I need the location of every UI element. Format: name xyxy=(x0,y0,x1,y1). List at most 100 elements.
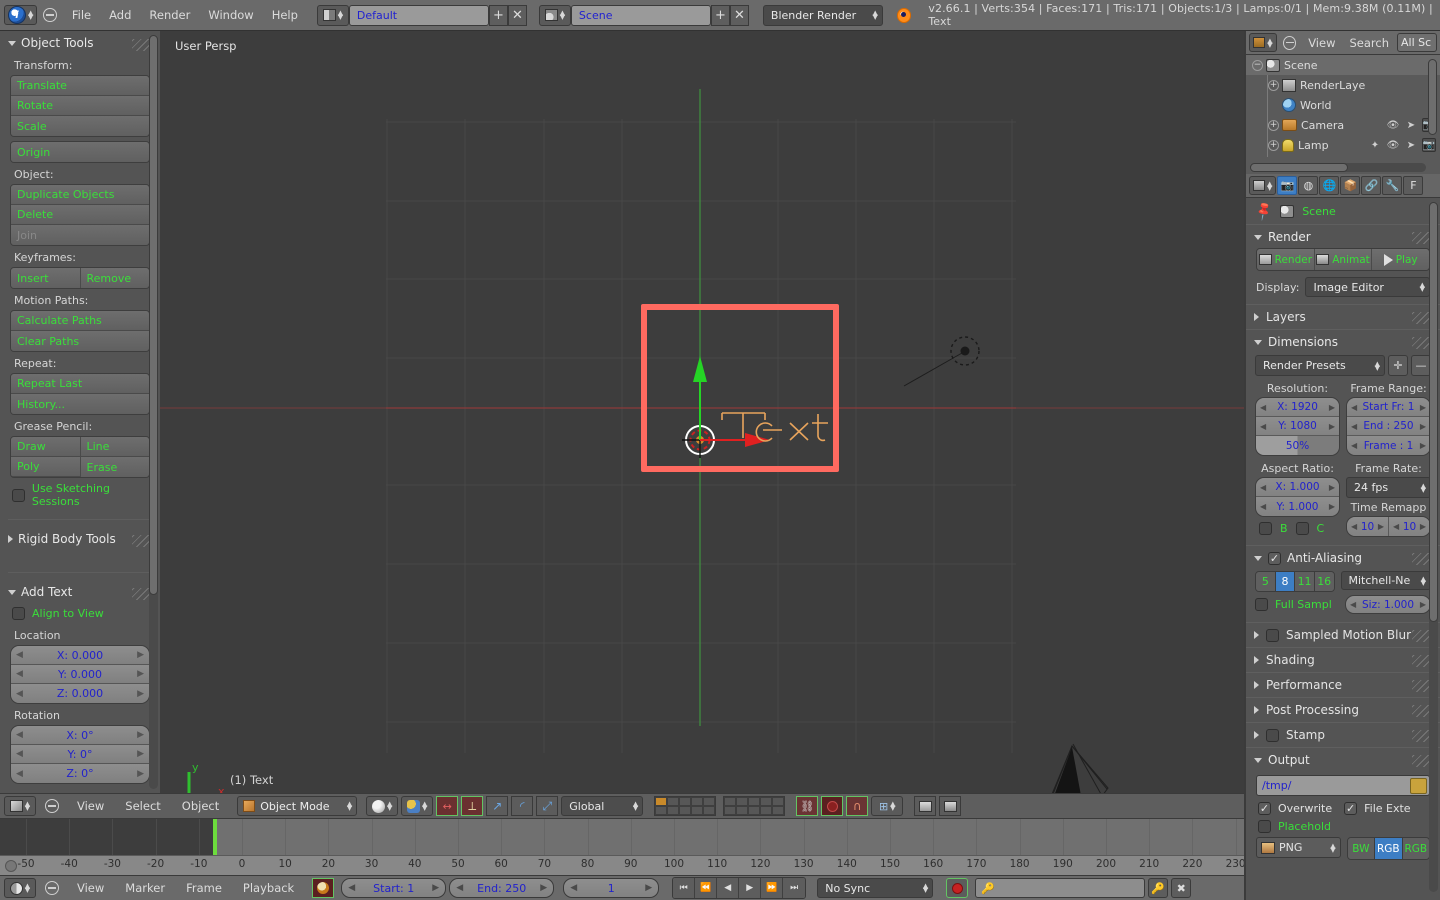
menu-window[interactable]: Window xyxy=(199,8,262,22)
delete-scene-button[interactable]: ✕ xyxy=(730,5,749,26)
increment-arrow-icon[interactable]: ▶ xyxy=(1329,403,1335,412)
layer-cell[interactable] xyxy=(772,806,784,815)
layer-cell[interactable] xyxy=(655,797,667,806)
start-frame-field[interactable]: ◀ Start: 1 ▶ xyxy=(341,878,446,898)
increment-arrow-icon[interactable]: ▶ xyxy=(1378,522,1384,531)
interaction-mode-dropdown[interactable]: Object Mode ▲▼ xyxy=(237,796,357,816)
layer-cell[interactable] xyxy=(679,806,691,815)
aspect-x-field[interactable]: ◀ X: 1.000 ▶ xyxy=(1256,478,1339,497)
increment-arrow-icon[interactable]: ▶ xyxy=(1420,403,1426,412)
scene-selector[interactable]: ▲▼ Scene + ✕ xyxy=(539,5,749,26)
file-extensions-checkbox[interactable] xyxy=(1344,802,1357,815)
panel-layers[interactable]: Layers xyxy=(1246,304,1440,329)
timeline-menu-view[interactable]: View xyxy=(68,881,113,895)
stamp-checkbox[interactable] xyxy=(1266,729,1279,742)
collapse-menus-icon[interactable] xyxy=(1283,36,1296,50)
decrement-arrow-icon[interactable]: ◀ xyxy=(1350,600,1356,609)
outliner-editor[interactable]: ▲▼ View Search All Sc − Scene + RenderLa… xyxy=(1246,31,1440,174)
outliner-menu-search[interactable]: Search xyxy=(1343,36,1395,50)
menu-render[interactable]: Render xyxy=(140,8,199,22)
expand-icon[interactable]: + xyxy=(1268,140,1279,151)
prev-keyframe-button[interactable]: ⏪ xyxy=(695,878,717,898)
increment-arrow-icon[interactable]: ▶ xyxy=(1420,441,1426,450)
rotate-button[interactable]: Rotate xyxy=(11,96,149,116)
increment-arrow-icon[interactable]: ▶ xyxy=(1329,422,1335,431)
timeline-scroll-handle[interactable] xyxy=(5,860,17,872)
frame-step-field[interactable]: ◀ Frame : 1 ▶ xyxy=(1347,436,1430,455)
outliner-vscrollbar[interactable] xyxy=(1428,59,1437,135)
tab-modifiers[interactable]: 🔧 xyxy=(1382,176,1402,195)
render-opengl-image-button[interactable] xyxy=(914,796,936,816)
insert-keyframe-button[interactable]: Insert xyxy=(11,268,81,288)
render-engine-dropdown[interactable]: Blender Render ▲▼ xyxy=(763,5,883,26)
expand-icon[interactable]: + xyxy=(1268,120,1279,131)
decrement-arrow-icon[interactable]: ◀ xyxy=(1351,441,1357,450)
properties-scrollbar[interactable] xyxy=(1429,202,1438,892)
full-sample-checkbox[interactable] xyxy=(1255,598,1268,611)
layer-cell[interactable] xyxy=(679,797,691,806)
increment-arrow-icon[interactable]: ▶ xyxy=(1329,483,1335,492)
decrement-arrow-icon[interactable]: ◀ xyxy=(1260,403,1266,412)
screen-layout-selector[interactable]: ▲▼ Default + ✕ xyxy=(317,5,527,26)
active-keying-set-field[interactable]: 🔑 xyxy=(975,878,1145,898)
remove-keyframe-button[interactable]: Remove xyxy=(81,268,150,288)
add-scene-button[interactable]: + xyxy=(711,5,730,26)
resolution-percentage-slider[interactable]: 50% xyxy=(1256,436,1339,455)
restrict-render-icon[interactable]: 📷 xyxy=(1422,138,1436,152)
folder-browse-icon[interactable] xyxy=(1410,778,1427,794)
timeline-menu-marker[interactable]: Marker xyxy=(116,881,174,895)
scene-layers-group-2[interactable] xyxy=(723,796,785,816)
scrollbar-thumb[interactable] xyxy=(1429,202,1438,622)
repeat-last-button[interactable]: Repeat Last xyxy=(11,374,149,394)
decrement-arrow-icon[interactable]: ◀ xyxy=(570,883,577,893)
scrollbar-thumb[interactable] xyxy=(1250,163,1348,172)
location-z-field[interactable]: ◀ Z: 0.000 ▶ xyxy=(11,684,149,703)
view3d-menu-object[interactable]: Object xyxy=(173,799,228,813)
outliner-row-world[interactable]: World xyxy=(1246,95,1440,115)
increment-arrow-icon[interactable]: ▶ xyxy=(1329,502,1335,511)
layer-cell[interactable] xyxy=(760,797,772,806)
timeline-editor-type-icon[interactable]: ▲▼ xyxy=(4,878,36,898)
proportional-edit-toggle[interactable]: ⛓ xyxy=(796,796,818,816)
rotation-y-field[interactable]: ◀ Y: 0° ▶ xyxy=(11,745,149,764)
timeline-playhead[interactable] xyxy=(213,819,217,855)
delete-button[interactable]: Delete xyxy=(11,205,149,225)
render-opengl-anim-button[interactable] xyxy=(939,796,961,816)
rotate-manipulator-button[interactable]: ↗ xyxy=(486,796,508,816)
expand-icon[interactable]: + xyxy=(1268,80,1279,91)
render-presets-dropdown[interactable]: Render Presets ▲▼ xyxy=(1255,355,1385,376)
decrement-arrow-icon[interactable]: ◀ xyxy=(16,650,23,660)
decrement-arrow-icon[interactable]: ◀ xyxy=(16,749,23,759)
tab-data[interactable]: F xyxy=(1403,176,1423,195)
layer-cell[interactable] xyxy=(667,797,679,806)
restrict-view-icon[interactable]: 👁 xyxy=(1386,118,1400,132)
increment-arrow-icon[interactable]: ▶ xyxy=(645,883,652,893)
delete-screen-button[interactable]: ✕ xyxy=(508,5,527,26)
color-mode-bw[interactable]: BW xyxy=(1348,838,1375,859)
menu-add[interactable]: Add xyxy=(100,8,140,22)
increment-arrow-icon[interactable]: ▶ xyxy=(540,883,547,893)
view3d-editor-type-icon[interactable]: ▲▼ xyxy=(4,796,36,816)
gp-poly-button[interactable]: Poly xyxy=(11,457,81,477)
full-sample-row[interactable]: Full Sampl xyxy=(1255,598,1339,611)
increment-arrow-icon[interactable]: ▶ xyxy=(137,769,144,779)
placeholders-checkbox[interactable] xyxy=(1258,820,1271,833)
timeline-menu-playback[interactable]: Playback xyxy=(234,881,303,895)
outliner-tree[interactable]: − Scene + RenderLaye World + Camera 👁 ➤ xyxy=(1246,55,1440,174)
decrement-arrow-icon[interactable]: ◀ xyxy=(1351,403,1357,412)
aa-size-field[interactable]: ◀ Siz: 1.000 ▶ xyxy=(1345,595,1431,614)
use-sketching-checkbox[interactable] xyxy=(12,489,25,502)
layer-cell[interactable] xyxy=(772,797,784,806)
collapse-icon[interactable]: − xyxy=(1252,60,1263,71)
scrollbar-track[interactable] xyxy=(1429,202,1438,892)
resolution-x-field[interactable]: ◀ X: 1920 ▶ xyxy=(1256,398,1339,417)
increment-arrow-icon[interactable]: ▶ xyxy=(137,730,144,740)
aspect-y-field[interactable]: ◀ Y: 1.000 ▶ xyxy=(1256,497,1339,516)
editor-type-selector[interactable]: i ▲▼ xyxy=(4,5,37,25)
panel-anti-aliasing[interactable]: Anti-Aliasing xyxy=(1246,545,1440,569)
gp-draw-button[interactable]: Draw xyxy=(11,437,81,457)
decrement-arrow-icon[interactable]: ◀ xyxy=(16,730,23,740)
decrement-arrow-icon[interactable]: ◀ xyxy=(1351,522,1357,531)
manipulator-extra-button[interactable]: ⤢ xyxy=(536,796,558,816)
decrement-arrow-icon[interactable]: ◀ xyxy=(16,669,23,679)
